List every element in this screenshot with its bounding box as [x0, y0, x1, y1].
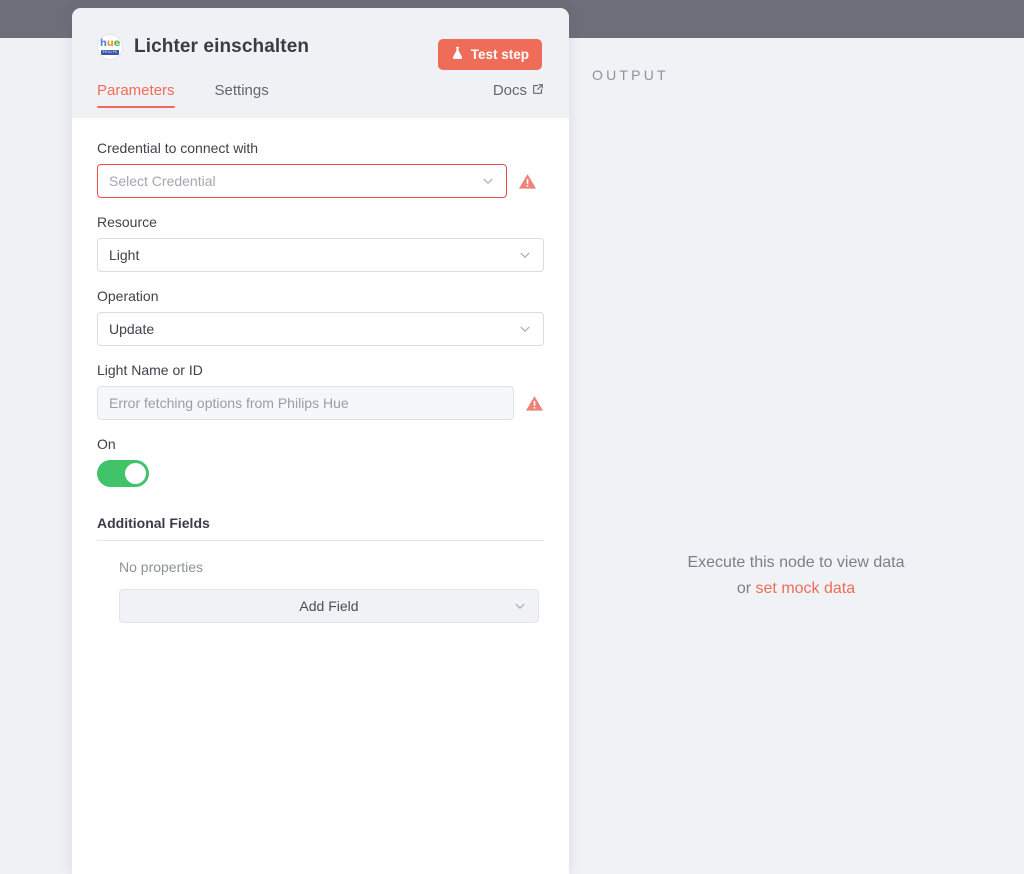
- light-name-or-id-input-row: Error fetching options from Philips Hue: [97, 386, 544, 420]
- toggle-knob: [125, 463, 146, 484]
- on-toggle-field: On: [97, 436, 544, 487]
- operation-input-row: Update: [97, 312, 544, 346]
- docs-link[interactable]: Docs: [493, 82, 544, 108]
- node-details-panel: hue PHILIPS Lichter einschalten Test ste…: [72, 8, 569, 874]
- philips-hue-logo-icon: hue PHILIPS: [97, 34, 123, 60]
- docs-link-label: Docs: [492, 82, 527, 99]
- on-toggle-label: On: [97, 436, 116, 452]
- light-name-or-id-select[interactable]: Error fetching options from Philips Hue: [97, 386, 514, 420]
- additional-fields-header: Additional Fields: [97, 515, 544, 541]
- output-pane: OUTPUT Execute this node to view data or…: [568, 38, 1024, 874]
- output-empty-prefix: or: [736, 580, 756, 597]
- add-field-button[interactable]: Add Field: [119, 589, 539, 623]
- node-panel-header: hue PHILIPS Lichter einschalten Test ste…: [72, 8, 569, 118]
- page-title: Lichter einschalten: [134, 36, 310, 57]
- output-panel-title: OUTPUT: [592, 67, 669, 83]
- resource-field: Resource Light: [97, 214, 544, 272]
- node-title-row: hue PHILIPS Lichter einschalten: [97, 34, 309, 60]
- flask-icon: [451, 46, 464, 63]
- light-name-or-id-label: Light Name or ID: [97, 362, 203, 378]
- philips-brand-bar: PHILIPS: [100, 50, 120, 55]
- output-empty-line1: Execute this node to view data: [687, 554, 905, 571]
- resource-select[interactable]: Light: [97, 238, 544, 272]
- test-step-button-label: Test step: [470, 47, 529, 62]
- chevron-down-icon: [518, 248, 532, 262]
- chevron-down-icon: [513, 599, 527, 613]
- credential-field: Credential to connect with Select Creden…: [97, 140, 544, 198]
- tab-parameters[interactable]: Parameters: [97, 82, 175, 108]
- credential-warning-icon: [518, 172, 537, 191]
- operation-select[interactable]: Update: [97, 312, 544, 346]
- node-tabs: Parameters Settings Docs: [72, 82, 569, 118]
- chevron-down-icon: [481, 174, 495, 188]
- resource-label: Resource: [97, 214, 157, 230]
- on-toggle-switch[interactable]: [97, 460, 149, 487]
- tab-settings[interactable]: Settings: [215, 82, 269, 108]
- credential-select[interactable]: Select Credential: [97, 164, 507, 198]
- light-name-warning-icon: [525, 394, 544, 413]
- parameters-form: Credential to connect with Select Creden…: [72, 118, 569, 874]
- light-name-or-id-field: Light Name or ID Error fetching options …: [97, 362, 544, 420]
- no-properties-text: No properties: [119, 559, 204, 575]
- operation-field: Operation Update: [97, 288, 544, 346]
- resource-input-row: Light: [97, 238, 544, 272]
- output-empty-line2: or set mock data: [568, 576, 1024, 602]
- add-field-label: Add Field: [299, 598, 359, 614]
- credential-input-row: Select Credential: [97, 164, 544, 198]
- app-root: OUTPUT Execute this node to view data or…: [0, 0, 1024, 874]
- output-empty-state: Execute this node to view data or set mo…: [568, 550, 1024, 602]
- external-link-icon: [532, 82, 544, 99]
- credential-label: Credential to connect with: [97, 140, 259, 156]
- hue-wordmark: hue: [99, 38, 121, 50]
- set-mock-data-link[interactable]: set mock data: [756, 580, 856, 597]
- chevron-down-icon: [518, 322, 532, 336]
- test-step-button[interactable]: Test step: [437, 39, 542, 70]
- operation-label: Operation: [97, 288, 159, 304]
